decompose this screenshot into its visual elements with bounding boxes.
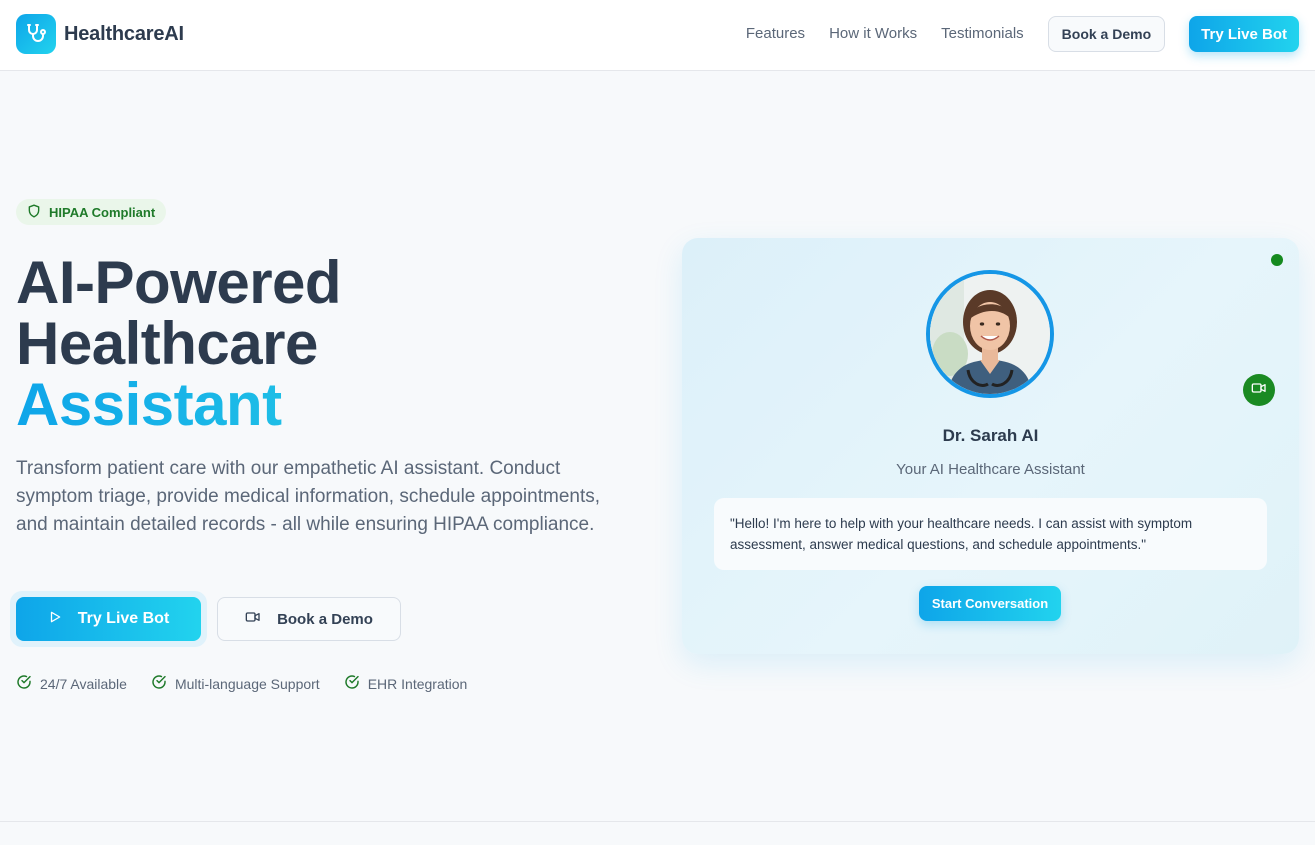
feature-list: 24/7 Available Multi-language Support EH… <box>16 674 467 693</box>
badge-label: HIPAA Compliant <box>49 204 156 220</box>
try-live-bot-button[interactable]: Try Live Bot <box>16 597 201 641</box>
hipaa-badge: HIPAA Compliant <box>16 199 167 225</box>
play-icon <box>48 610 62 629</box>
hero-title: AI-Powered Healthcare Assistant <box>16 249 342 435</box>
nav-link-features[interactable]: Features <box>746 16 805 52</box>
try-live-bot-label: Try Live Bot <box>77 610 170 627</box>
check-circle-icon <box>16 674 32 693</box>
avatar <box>926 270 1054 398</box>
assistant-name: Dr. Sarah AI <box>942 426 1039 445</box>
hero-title-line1: AI-Powered <box>16 249 342 316</box>
stethoscope-icon <box>16 14 56 54</box>
hero-title-accent: Assistant <box>16 374 341 435</box>
brand-name: HealthcareAI <box>64 22 184 45</box>
video-call-button[interactable] <box>1243 374 1275 406</box>
main-nav: Features How it Works Testimonials Book … <box>746 16 1299 52</box>
top-navbar: HealthcareAI Features How it Works Testi… <box>0 0 1315 71</box>
assistant-greeting-message: "Hello! I'm here to help with your healt… <box>714 498 1267 570</box>
nav-link-testimonials[interactable]: Testimonials <box>941 16 1024 52</box>
video-camera-icon <box>245 609 261 629</box>
feature-label: 24/7 Available <box>40 675 127 692</box>
check-circle-icon <box>151 674 167 693</box>
shield-icon <box>27 203 41 221</box>
feature-label: EHR Integration <box>367 675 468 692</box>
hero-title-line2: Healthcare <box>16 310 318 377</box>
assistant-role: Your AI Healthcare Assistant <box>896 461 1085 478</box>
nav-link-how-it-works[interactable]: How it Works <box>829 16 917 52</box>
section-divider <box>0 821 1315 822</box>
online-status-dot <box>1271 254 1283 266</box>
start-conversation-button[interactable]: Start Conversation <box>919 586 1061 621</box>
feature-item: 24/7 Available <box>16 674 127 693</box>
feature-item: EHR Integration <box>344 674 468 693</box>
feature-item: Multi-language Support <box>151 674 320 693</box>
book-demo-button[interactable]: Book a Demo <box>217 597 401 641</box>
header-try-live-bot-button[interactable]: Try Live Bot <box>1189 16 1299 52</box>
check-circle-icon <box>344 674 360 693</box>
assistant-card: Dr. Sarah AI Your AI Healthcare Assistan… <box>682 238 1299 654</box>
header-book-demo-button[interactable]: Book a Demo <box>1047 16 1166 52</box>
hero-description: Transform patient care with our empathet… <box>16 458 601 535</box>
feature-label: Multi-language Support <box>174 675 320 692</box>
video-camera-icon <box>1251 380 1267 401</box>
brand-logo[interactable]: HealthcareAI <box>16 14 184 54</box>
book-demo-label: Book a Demo <box>277 610 373 628</box>
